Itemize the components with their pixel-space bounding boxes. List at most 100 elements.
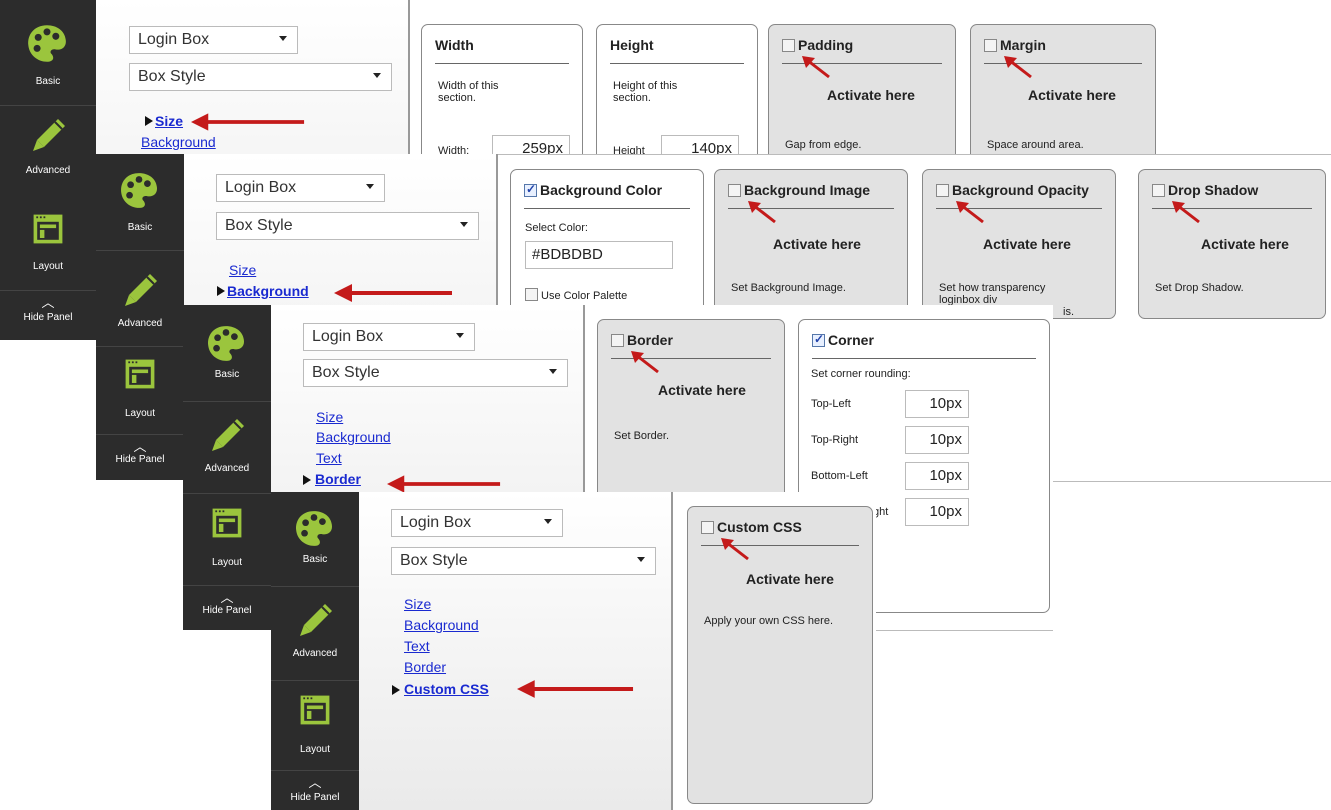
shadow-checkbox[interactable] (1152, 184, 1165, 197)
bgimage-desc: Set Background Image. (731, 282, 846, 294)
shadow-card: Drop Shadow Activate here Set Drop Shado… (1138, 169, 1326, 319)
pen-icon (295, 600, 335, 640)
nav-background[interactable]: Background (227, 283, 309, 299)
nav-text[interactable]: Text (316, 450, 342, 466)
pointer-arrow-icon (191, 110, 306, 134)
nav-background[interactable]: Background (141, 134, 216, 150)
nav-size[interactable]: Size (404, 596, 431, 612)
element-select-value: Login Box (225, 179, 297, 196)
rail-hide-label: Hide Panel (23, 312, 73, 323)
dropdown-arrow-icon (549, 369, 557, 374)
current-marker-icon (303, 475, 311, 485)
nav-border[interactable]: Border (315, 471, 361, 487)
palette-icon (205, 323, 247, 365)
corner-label: Set corner rounding: (811, 368, 911, 380)
rail-hide-panel[interactable]: ︿ Hide Panel (271, 770, 359, 810)
chevron-up-icon: ︿ (41, 295, 55, 310)
rail-advanced[interactable]: Advanced (0, 105, 96, 195)
bgcolor-input[interactable]: #BDBDBD (525, 241, 673, 269)
pointer-arrow-icon (334, 281, 454, 305)
border-title: Border (611, 332, 673, 348)
rail-lower-items: Layout ︿ Hide Panel (0, 195, 96, 340)
bgcolor-title: Background Color (524, 182, 662, 198)
nav-size[interactable]: Size (316, 409, 343, 425)
rail-advanced-label: Advanced (292, 648, 338, 659)
rail-advanced[interactable]: Advanced (271, 586, 359, 681)
rail-basic[interactable]: Basic (0, 0, 96, 106)
chevron-up-icon: ︿ (220, 590, 234, 605)
bgopacity-checkbox[interactable] (936, 184, 949, 197)
rail-layout-label: Layout (299, 744, 331, 755)
layout-icon (30, 211, 66, 247)
shadow-desc: Set Drop Shadow. (1155, 282, 1244, 294)
bgopacity-card: Background Opacity Activate here Set how… (922, 169, 1116, 319)
rail-hide-label: Hide Panel (290, 792, 340, 803)
rail-layout[interactable]: Layout (183, 493, 271, 586)
corner-checkbox[interactable] (812, 332, 825, 347)
corner-bottom-left-input[interactable]: 10px (905, 462, 969, 490)
width-card: Width Width of this section. Width: 259p… (421, 24, 583, 174)
corner-row-label: Top-Right (811, 434, 859, 446)
nav-background[interactable]: Background (316, 429, 391, 445)
layout-icon (209, 505, 245, 541)
nav-size[interactable]: Size (229, 262, 256, 278)
rail-hide-panel[interactable]: ︿ Hide Panel (0, 290, 96, 340)
bgcolor-checkbox[interactable] (524, 182, 537, 197)
element-select[interactable]: Login Box (303, 323, 475, 351)
rail-advanced[interactable]: Advanced (183, 401, 271, 494)
palette-checkbox[interactable] (525, 288, 538, 301)
corner-row-label: Top-Left (811, 398, 851, 410)
nav-background[interactable]: Background (404, 617, 479, 633)
dropdown-arrow-icon (456, 333, 464, 338)
corner-bottom-right-input[interactable]: 10px (905, 498, 969, 526)
element-select-value: Login Box (138, 31, 210, 48)
bgimage-card: Background Image Activate here Set Backg… (714, 169, 908, 319)
style-select[interactable]: Box Style (129, 63, 392, 91)
padding-title: Padding (782, 37, 853, 53)
bgimage-activate-text: Activate here (773, 236, 861, 252)
rail-hide-label: Hide Panel (115, 454, 165, 465)
dropdown-arrow-icon (373, 73, 381, 78)
border-activate-text: Activate here (658, 382, 746, 398)
rail-layout[interactable]: Layout (0, 195, 96, 291)
divider (812, 358, 1036, 359)
height-title: Height (610, 37, 654, 53)
pointer-arrow-icon (801, 55, 831, 79)
pen-icon (120, 270, 160, 310)
rail-hide-panel[interactable]: ︿ Hide Panel (183, 585, 271, 630)
css-title: Custom CSS (701, 519, 802, 535)
bgopacity-title: Background Opacity (936, 182, 1089, 198)
element-select[interactable]: Login Box (391, 509, 563, 537)
rail-layout[interactable]: Layout (96, 346, 184, 435)
css-checkbox[interactable] (701, 521, 714, 534)
corner-top-right-input[interactable]: 10px (905, 426, 969, 454)
nav-size[interactable]: Size (155, 113, 183, 129)
nav-border[interactable]: Border (404, 659, 446, 675)
rail-basic[interactable]: Basic (271, 492, 359, 587)
style-select[interactable]: Box Style (216, 212, 479, 240)
nav-text[interactable]: Text (404, 638, 430, 654)
margin-checkbox[interactable] (984, 39, 997, 52)
element-select[interactable]: Login Box (216, 174, 385, 202)
rail-hide-panel[interactable]: ︿ Hide Panel (96, 434, 184, 480)
rail-advanced[interactable]: Advanced (96, 250, 184, 347)
pointer-arrow-icon (1171, 200, 1201, 224)
rail-basic[interactable]: Basic (183, 305, 271, 402)
nav-custom-css[interactable]: Custom CSS (404, 681, 489, 697)
corner-top-left-input[interactable]: 10px (905, 390, 969, 418)
style-select[interactable]: Box Style (391, 547, 656, 575)
rail-layout[interactable]: Layout (271, 680, 359, 771)
element-select[interactable]: Login Box (129, 26, 298, 54)
border-checkbox[interactable] (611, 334, 624, 347)
style-select-value: Box Style (312, 364, 380, 381)
style-select[interactable]: Box Style (303, 359, 568, 387)
margin-card: Margin Activate here Space around area. (970, 24, 1156, 174)
padding-checkbox[interactable] (782, 39, 795, 52)
settings-strip: Custom CSS Activate here Apply your own … (673, 492, 876, 810)
element-select-value: Login Box (312, 328, 384, 345)
rail-layout-label: Layout (124, 408, 156, 419)
rail-basic[interactable]: Basic (96, 154, 184, 251)
chevron-up-icon: ︿ (133, 439, 147, 454)
rail-layout-label: Layout (211, 557, 243, 568)
bgimage-checkbox[interactable] (728, 184, 741, 197)
